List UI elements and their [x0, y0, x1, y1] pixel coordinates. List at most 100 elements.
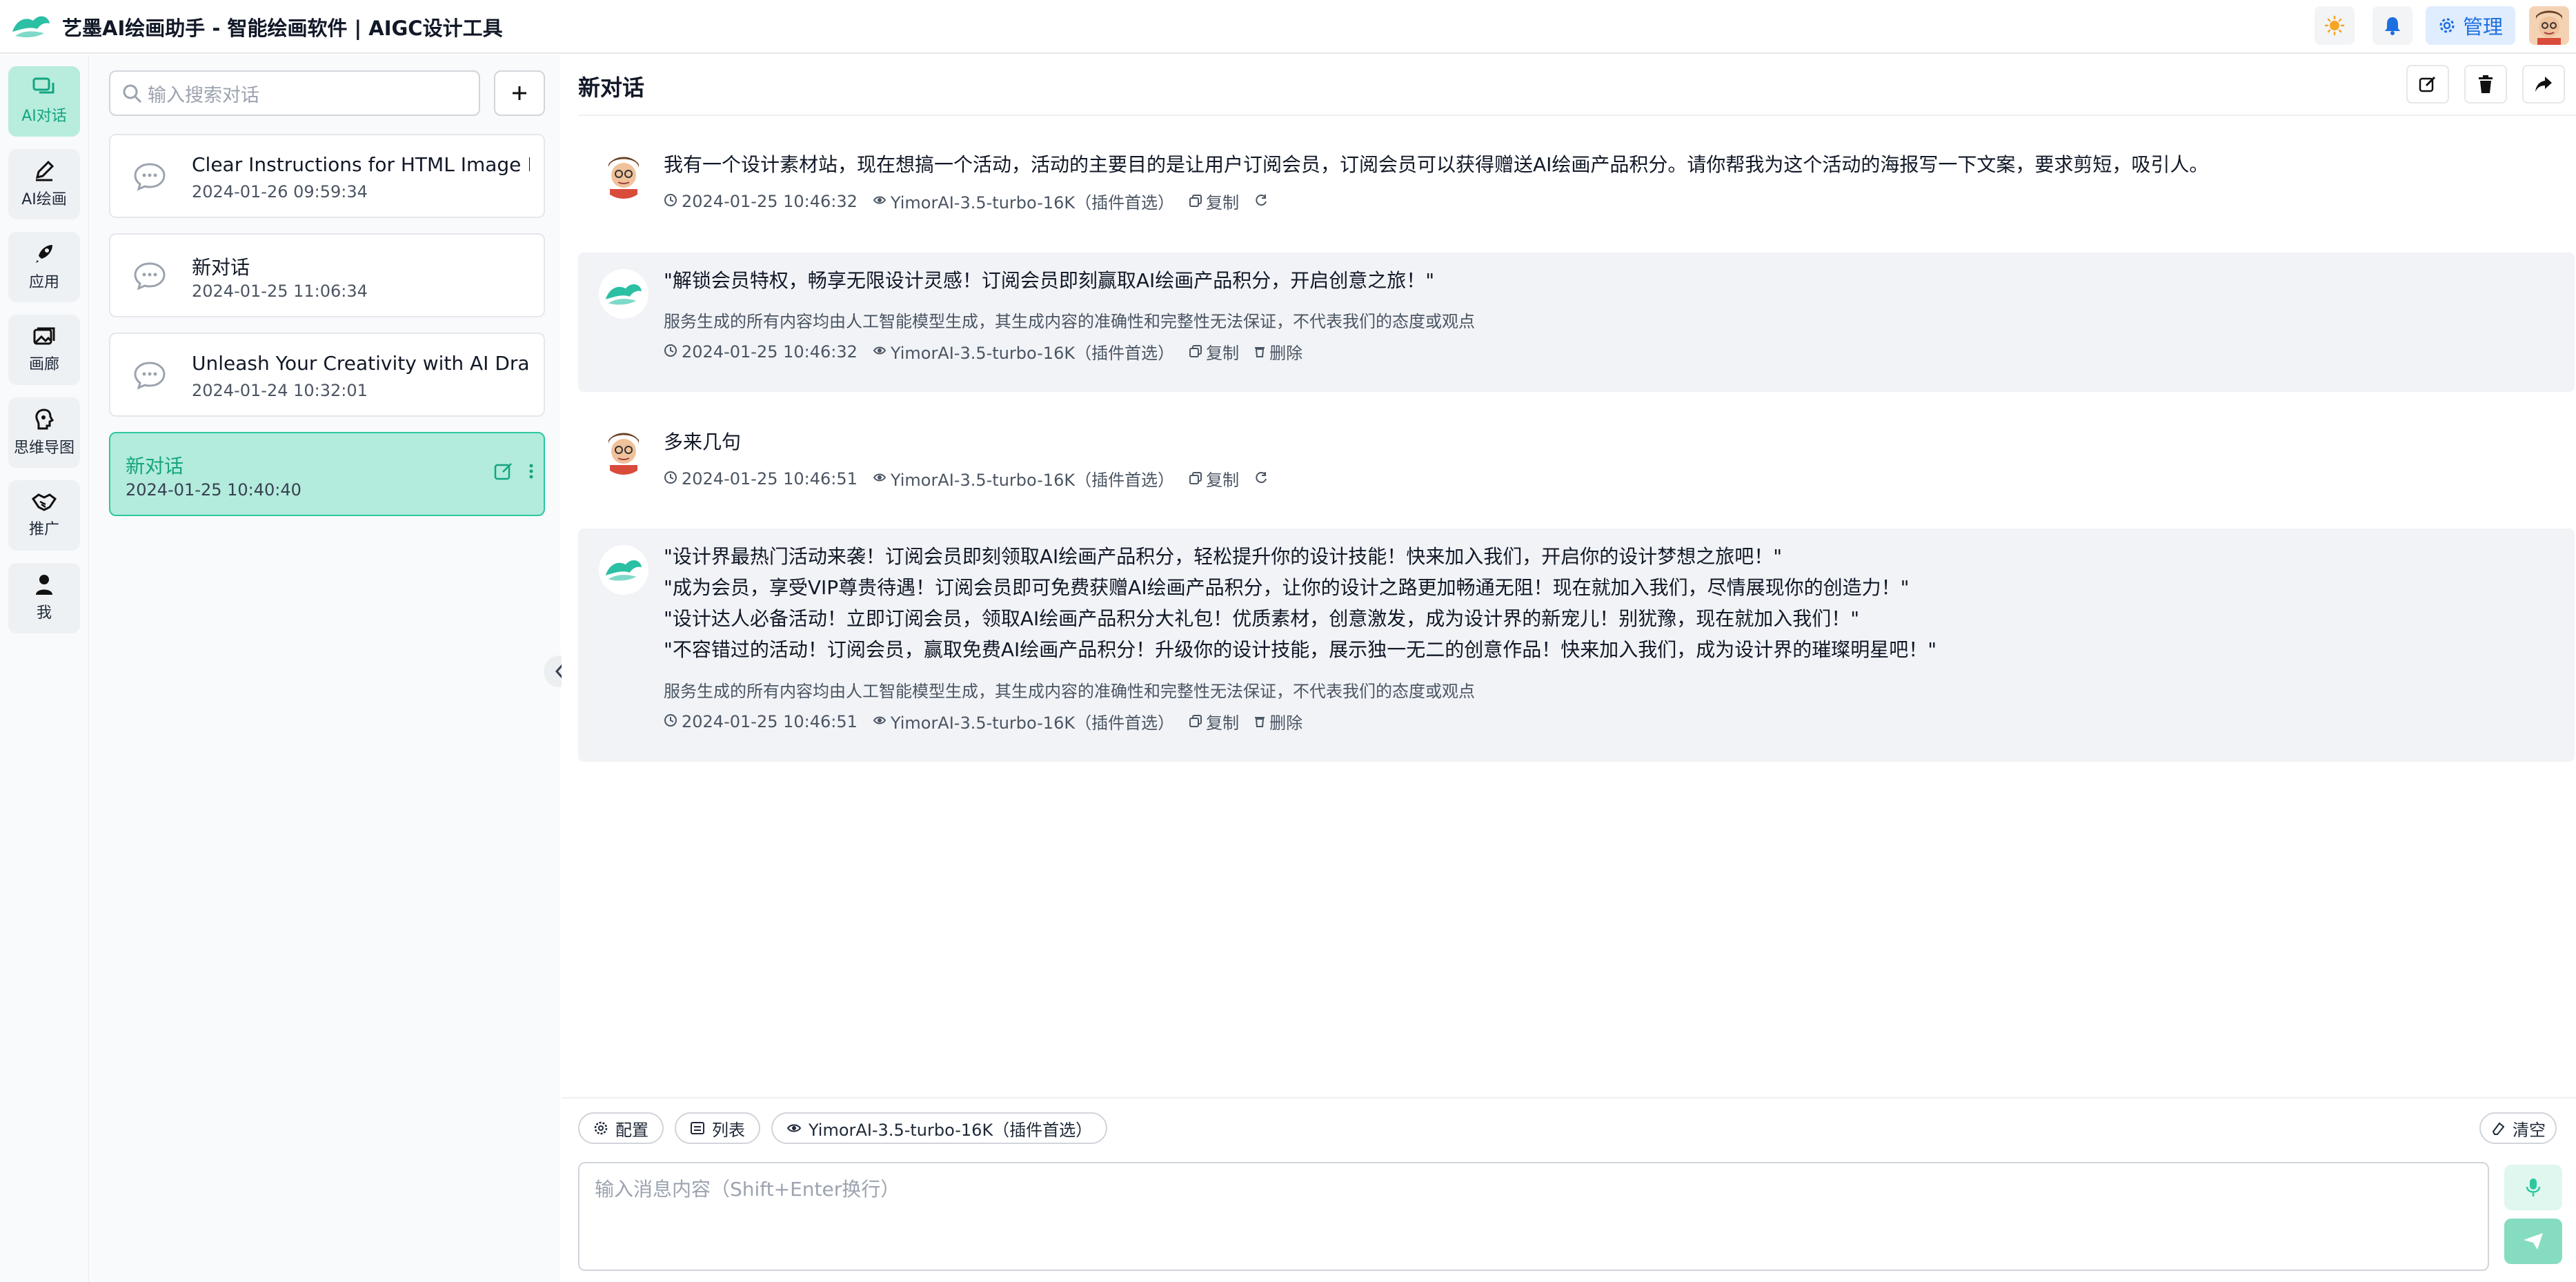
copy-button[interactable]: 复制 [1189, 339, 1239, 364]
admin-label: 管理 [2462, 15, 2503, 39]
app-title: 艺墨AI绘画助手 - 智能绘画软件 | AIGC设计工具 [62, 17, 503, 40]
delete-label: 删除 [1269, 344, 1303, 363]
nav-label: 推广 [28, 521, 59, 538]
user-avatar[interactable] [2529, 6, 2569, 45]
delete-button[interactable]: 删除 [1254, 709, 1302, 733]
user-message: 我有一个设计素材站，现在想搞一个活动，活动的主要目的是让用户订阅会员，订阅会员可… [578, 131, 2575, 235]
copy-icon [1189, 469, 1202, 489]
composer-divider [562, 1097, 2576, 1098]
admin-button[interactable]: 管理 [2426, 6, 2515, 45]
user-avatar-image [599, 149, 648, 199]
copy-label: 复制 [1206, 344, 1240, 363]
clear-button[interactable]: 清空 [2479, 1112, 2557, 1144]
share-chat-button[interactable] [2522, 65, 2565, 103]
left-nav-rail: AI对话 AI绘画 应用 画廊 思维导图 推广 我 [0, 55, 90, 1282]
rocket-icon [36, 245, 52, 263]
nav-gallery[interactable]: 画廊 [8, 315, 80, 385]
gear-icon [2439, 18, 2455, 33]
clock-icon [664, 192, 677, 211]
conversation-date: 2024-01-25 10:40:40 [126, 480, 301, 500]
copy-icon [1189, 342, 1202, 362]
more-vertical-icon[interactable] [527, 461, 535, 482]
message-time: 2024-01-25 10:46:32 [682, 191, 858, 211]
message-model: YimorAI-3.5-turbo-16K（插件首选） [890, 471, 1175, 490]
nav-apps[interactable]: 应用 [8, 232, 80, 302]
edit-icon [2419, 76, 2436, 92]
copy-button[interactable]: 复制 [1189, 466, 1239, 491]
regenerate-button[interactable] [1254, 469, 1272, 489]
share-icon [2535, 77, 2552, 92]
conversation-item[interactable]: 新对话 2024-01-25 11:06:34 [109, 233, 545, 317]
theme-toggle-button[interactable] [2315, 6, 2355, 45]
nav-label: AI对话 [21, 108, 67, 125]
nav-label: 画廊 [28, 356, 59, 373]
user-message: 多来几句 2024-01-25 10:46:51 YimorAI-3.5-tur… [578, 407, 2575, 511]
conversation-date: 2024-01-24 10:32:01 [192, 381, 368, 400]
list-icon [691, 1122, 704, 1134]
send-icon [2524, 1233, 2543, 1250]
message-input[interactable]: 输入消息内容（Shift+Enter换行） [578, 1162, 2489, 1271]
conversation-title: 新对话 [192, 256, 250, 279]
conversation-item[interactable]: Unleash Your Creativity with AI Drawing … [109, 333, 545, 417]
nav-ai-drawing[interactable]: AI绘画 [8, 149, 80, 219]
refresh-icon [1254, 192, 1268, 211]
chat-bubbles-icon [32, 77, 55, 94]
model-icon [873, 712, 886, 731]
user-message-avatar [599, 149, 648, 199]
message-bubble-icon [134, 362, 166, 390]
mind-map-icon [35, 408, 55, 430]
message-text-line: "设计达人必备活动！立即订阅会员，领取AI绘画产品积分大礼包！优质素材，创意激发… [664, 607, 1860, 630]
nav-me[interactable]: 我 [8, 563, 80, 633]
copy-label: 复制 [1206, 713, 1240, 733]
conversation-title: 新对话 [126, 455, 184, 477]
delete-button[interactable]: 删除 [1254, 339, 1302, 364]
user-icon [36, 575, 52, 595]
clock-icon [664, 342, 677, 362]
pen-brush-icon [35, 160, 55, 181]
config-label: 配置 [615, 1120, 648, 1140]
search-input[interactable]: 输入搜索对话 [109, 70, 480, 116]
copy-button[interactable]: 复制 [1189, 709, 1239, 733]
nav-promotion[interactable]: 推广 [8, 480, 80, 551]
model-select-button[interactable]: YimorAI-3.5-turbo-16K（插件首选） [771, 1112, 1108, 1144]
message-model: YimorAI-3.5-turbo-16K（插件首选） [890, 344, 1175, 363]
app-logo-icon [605, 560, 642, 581]
app-window: 艺墨AI绘画助手 - 智能绘画软件 | AIGC设计工具 管理 AI对话 AI绘… [0, 0, 2576, 1282]
copy-button[interactable]: 复制 [1189, 189, 1239, 213]
nav-mind-map[interactable]: 思维导图 [8, 397, 80, 468]
message-text-line: "成为会员，享受VIP尊贵待遇！订阅会员即可免费获赠AI绘画产品积分，让你的设计… [664, 576, 1910, 599]
delete-chat-button[interactable] [2464, 65, 2507, 103]
header-divider [578, 115, 2576, 116]
search-icon [123, 84, 142, 103]
voice-input-button[interactable] [2504, 1165, 2562, 1210]
user-avatar-image [2529, 6, 2569, 45]
message-text: "解锁会员特权，畅享无限设计灵感！订阅会员即刻赢取AI绘画产品积分，开启创意之旅… [664, 269, 1435, 292]
copy-icon [1189, 192, 1202, 211]
conversation-item[interactable]: Clear Instructions for HTML Image Link R… [109, 134, 545, 218]
bell-icon [2385, 17, 2400, 35]
send-button[interactable] [2504, 1219, 2562, 1264]
trash-icon [2479, 75, 2493, 93]
image-gallery-icon [33, 327, 55, 345]
message-text: 我有一个设计素材站，现在想搞一个活动，活动的主要目的是让用户订阅会员，订阅会员可… [664, 153, 2209, 176]
new-conversation-button[interactable] [494, 70, 545, 116]
nav-ai-chat[interactable]: AI对话 [8, 66, 80, 137]
list-button[interactable]: 列表 [675, 1112, 760, 1144]
model-icon [873, 192, 886, 211]
conversation-title: Clear Instructions for HTML Image Link R… [192, 153, 530, 176]
trash-icon [1254, 342, 1265, 362]
rename-chat-button[interactable] [2406, 65, 2449, 103]
config-button[interactable]: 配置 [578, 1112, 664, 1144]
nav-label: 我 [36, 604, 52, 622]
user-message-avatar [599, 425, 648, 475]
conversation-title: Unleash Your Creativity with AI Drawing … [192, 352, 530, 375]
conversation-date: 2024-01-25 11:06:34 [192, 282, 368, 301]
clock-icon [664, 712, 677, 731]
copy-label: 复制 [1206, 471, 1240, 490]
edit-icon[interactable] [493, 461, 514, 482]
conversation-item-active[interactable]: 新对话 2024-01-25 10:40:40 [109, 432, 545, 516]
regenerate-button[interactable] [1254, 192, 1272, 211]
notifications-button[interactable] [2372, 6, 2412, 45]
clear-label: 清空 [2513, 1120, 2546, 1140]
message-bubble-icon [134, 163, 166, 191]
